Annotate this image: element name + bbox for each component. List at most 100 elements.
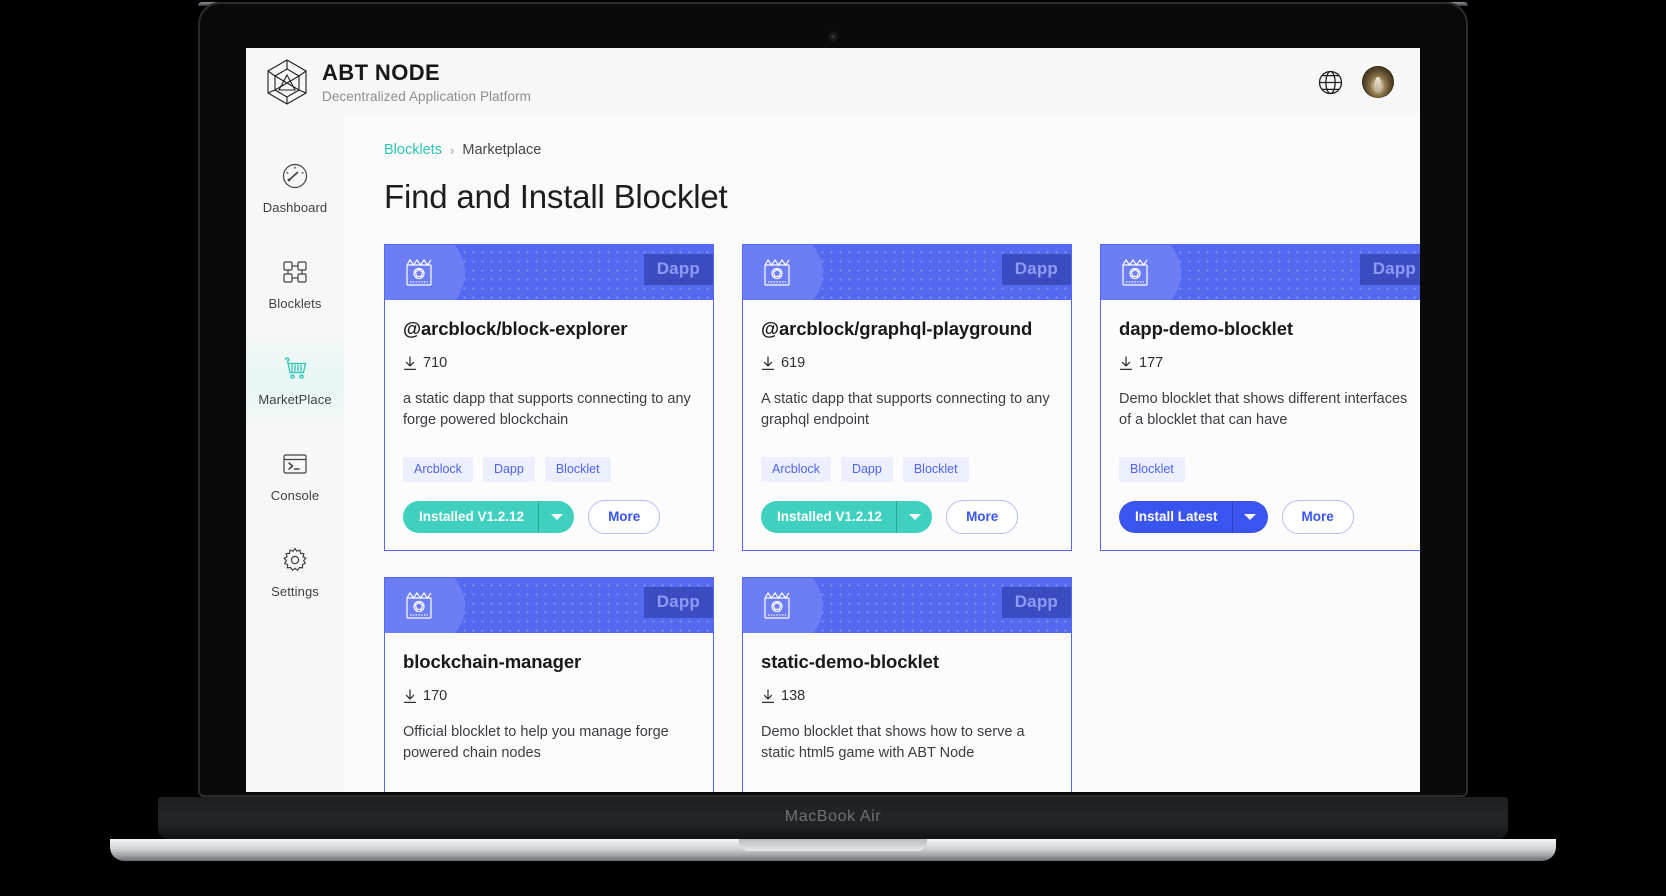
screen: ABT NODE Decentralized Application Platf… bbox=[246, 48, 1420, 792]
gauge-icon bbox=[280, 161, 310, 191]
blocklet-name: @arcblock/block-explorer bbox=[403, 318, 628, 339]
laptop-base: MacBook Air bbox=[158, 797, 1508, 839]
blocks-icon bbox=[280, 257, 310, 287]
avatar[interactable] bbox=[1362, 66, 1394, 98]
download-count: 710 bbox=[403, 355, 695, 371]
card-body: static-demo-blocklet 138 Demo blocklet t… bbox=[743, 633, 1071, 792]
download-count-value: 177 bbox=[1139, 355, 1164, 371]
dapp-badge: Dapp bbox=[1001, 254, 1071, 285]
gear-icon bbox=[280, 545, 310, 575]
blocklet-card-grid: Dapp @arcblock/block-explorer 710 a stat… bbox=[384, 244, 1420, 792]
globe-icon[interactable] bbox=[1317, 69, 1344, 96]
download-icon bbox=[761, 688, 775, 704]
card-banner: Dapp bbox=[385, 245, 713, 300]
install-latest-button-label: Install Latest bbox=[1135, 509, 1218, 525]
card-tags: Blocklet bbox=[1119, 431, 1411, 483]
card-banner: Dapp bbox=[743, 245, 1071, 300]
blocklet-name: static-demo-blocklet bbox=[761, 651, 939, 673]
blocklet-card[interactable]: Dapp blockchain-manager 170 Official blo… bbox=[384, 577, 714, 792]
card-actions: Installed V1.2.12 More bbox=[761, 500, 1053, 535]
sidebar-item-label: MarketPlace bbox=[258, 392, 332, 407]
content-area: Blocklets › Marketplace Find and Install… bbox=[344, 116, 1420, 792]
breadcrumb-current: Marketplace bbox=[462, 142, 542, 158]
dapp-badge: Dapp bbox=[1001, 587, 1071, 619]
card-banner: Dapp bbox=[1101, 245, 1420, 300]
chevron-down-icon bbox=[1244, 514, 1257, 521]
abt-cube-logo-icon bbox=[264, 57, 310, 107]
blocklet-description: a static dapp that supports connecting t… bbox=[403, 391, 691, 429]
sidebar-item-label: Console bbox=[270, 488, 320, 503]
blocklet-store-icon bbox=[761, 590, 793, 621]
blocklet-tag[interactable]: Dapp bbox=[482, 457, 535, 483]
blocklet-name: blockchain-manager bbox=[403, 651, 582, 673]
download-icon bbox=[403, 355, 417, 371]
chevron-down-icon bbox=[550, 514, 563, 521]
download-count-value: 710 bbox=[423, 355, 448, 371]
sidebar-item-blocklets[interactable]: Blocklets bbox=[246, 236, 344, 332]
installed-version-button-label: Installed V1.2.12 bbox=[777, 509, 883, 525]
blocklet-store-icon bbox=[761, 257, 793, 288]
card-body: blockchain-manager 170 Official blocklet… bbox=[385, 633, 713, 792]
sidebar-item-dashboard[interactable]: Dashboard bbox=[246, 140, 344, 236]
blocklet-store-icon bbox=[1119, 257, 1151, 288]
blocklet-card[interactable]: Dapp @arcblock/block-explorer 710 a stat… bbox=[384, 244, 714, 552]
download-icon bbox=[403, 688, 417, 704]
installed-version-button[interactable]: Installed V1.2.12 bbox=[761, 501, 933, 534]
sidebar-item-console[interactable]: Console bbox=[246, 428, 344, 524]
webcam-icon bbox=[828, 32, 838, 41]
blocklet-tag[interactable]: Dapp bbox=[840, 457, 893, 483]
card-banner: Dapp bbox=[743, 578, 1071, 634]
blocklet-tag[interactable]: Arcblock bbox=[761, 457, 831, 483]
card-actions: Install Latest More bbox=[1119, 500, 1411, 535]
blocklet-tag[interactable]: Blocklet bbox=[902, 457, 969, 483]
brand: ABT NODE Decentralized Application Platf… bbox=[264, 57, 531, 107]
terminal-icon bbox=[280, 449, 310, 479]
card-tags: Arcblock Dapp Blocklet bbox=[761, 431, 1053, 483]
card-body: dapp-demo-blocklet 177 Demo blocklet tha… bbox=[1101, 300, 1420, 550]
install-latest-button[interactable]: Install Latest bbox=[1119, 501, 1268, 534]
installed-version-button-dropdown[interactable] bbox=[896, 501, 932, 534]
install-latest-button-dropdown[interactable] bbox=[1231, 501, 1268, 534]
blocklet-description: Demo blocklet that shows different inter… bbox=[1119, 391, 1408, 429]
dapp-badge: Dapp bbox=[643, 587, 713, 619]
breadcrumb-separator: › bbox=[450, 142, 455, 158]
more-button[interactable]: More bbox=[588, 500, 661, 535]
sidebar-item-marketplace[interactable]: MarketPlace bbox=[246, 332, 344, 428]
blocklet-card[interactable]: Dapp @arcblock/graphql-playground 619 A … bbox=[742, 244, 1072, 552]
blocklet-tag[interactable]: Blocklet bbox=[1119, 457, 1185, 483]
page-title: Find and Install Blocklet bbox=[384, 178, 728, 215]
sidebar-item-settings[interactable]: Settings bbox=[246, 524, 344, 620]
blocklet-tag[interactable]: Blocklet bbox=[544, 457, 611, 483]
dapp-badge: Dapp bbox=[643, 254, 713, 285]
download-count: 138 bbox=[761, 688, 1053, 704]
blocklet-card[interactable]: Dapp static-demo-blocklet 138 Demo block… bbox=[742, 577, 1072, 792]
installed-version-button-dropdown[interactable] bbox=[538, 501, 574, 534]
download-icon bbox=[1119, 355, 1133, 371]
blocklet-tag[interactable]: Arcblock bbox=[403, 457, 473, 483]
download-count-value: 170 bbox=[423, 688, 448, 705]
card-tags bbox=[761, 764, 1053, 790]
card-actions: Installed V1.2.12 More bbox=[403, 500, 695, 535]
top-bar-actions bbox=[1317, 66, 1394, 98]
blocklet-card[interactable]: Dapp dapp-demo-blocklet 177 Demo blockle… bbox=[1100, 244, 1420, 552]
sidebar: Dashboard Blocklets MarketPlace Console … bbox=[246, 116, 344, 792]
sidebar-item-label: Settings bbox=[271, 584, 319, 599]
laptop-foot-notch bbox=[739, 839, 927, 851]
dapp-badge: Dapp bbox=[1359, 254, 1420, 285]
installed-version-button[interactable]: Installed V1.2.12 bbox=[403, 501, 575, 534]
more-button[interactable]: More bbox=[946, 500, 1019, 535]
card-body: @arcblock/graphql-playground 619 A stati… bbox=[743, 300, 1071, 550]
app-window: ABT NODE Decentralized Application Platf… bbox=[246, 48, 1420, 792]
laptop-mockup: ABT NODE Decentralized Application Platf… bbox=[0, 0, 1666, 896]
card-body: @arcblock/block-explorer 710 a static da… bbox=[385, 300, 713, 550]
top-bar: ABT NODE Decentralized Application Platf… bbox=[246, 48, 1420, 116]
breadcrumb-link-blocklets[interactable]: Blocklets bbox=[384, 142, 442, 158]
card-tags: Arcblock Dapp Blocklet bbox=[403, 431, 695, 483]
more-button[interactable]: More bbox=[1281, 500, 1354, 535]
breadcrumb: Blocklets › Marketplace bbox=[384, 142, 1380, 158]
device-label: MacBook Air bbox=[784, 808, 882, 825]
card-banner: Dapp bbox=[385, 578, 713, 634]
blocklet-description: Demo blocklet that shows how to serve a … bbox=[761, 724, 1025, 762]
app-subtitle: Decentralized Application Platform bbox=[322, 88, 532, 104]
sidebar-item-label: Blocklets bbox=[268, 296, 322, 311]
